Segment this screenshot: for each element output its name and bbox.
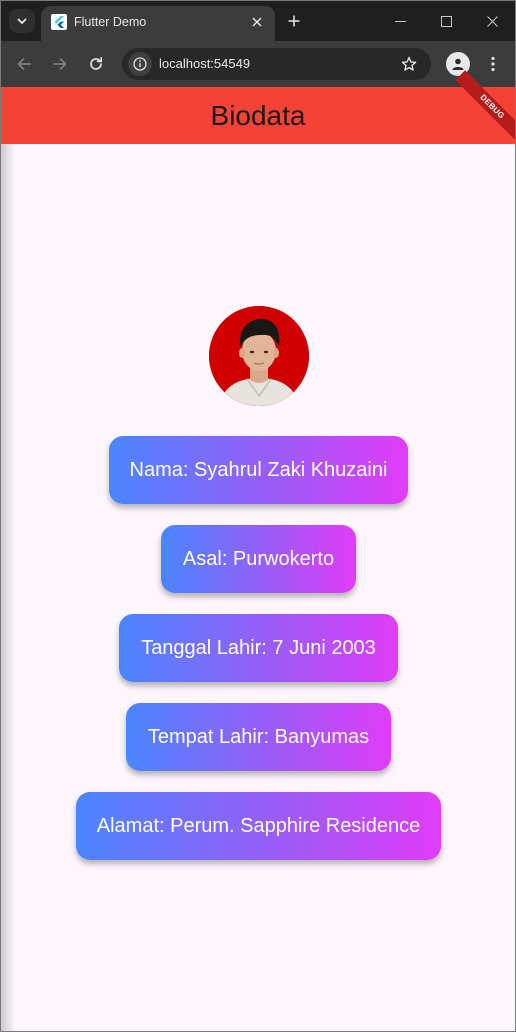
plus-icon <box>288 15 300 27</box>
tab-title: Flutter Demo <box>74 15 147 29</box>
info-card-tempat-lahir: Tempat Lahir: Banyumas <box>126 703 391 771</box>
minimize-button[interactable] <box>385 9 415 33</box>
app-bar: Biodata <box>1 87 515 144</box>
profile-photo <box>209 306 309 406</box>
chevron-down-icon <box>17 18 27 24</box>
info-card-alamat: Alamat: Perum. Sapphire Residence <box>76 792 441 860</box>
site-info-button[interactable] <box>128 52 152 76</box>
info-card-asal: Asal: Purwokerto <box>161 525 356 593</box>
tab-strip: Flutter Demo <box>1 1 515 41</box>
browser-tab[interactable]: Flutter Demo <box>41 6 275 41</box>
address-bar[interactable]: localhost:54549 <box>122 48 431 80</box>
minimize-icon <box>394 20 406 22</box>
bookmark-button[interactable] <box>399 54 419 74</box>
browser-window: Flutter Demo localhost:54549 Biodata DEB… <box>0 0 516 1032</box>
url-text[interactable]: localhost:54549 <box>159 56 250 72</box>
info-icon <box>133 57 147 71</box>
page-title: Biodata <box>210 99 306 131</box>
maximize-icon <box>440 15 452 27</box>
info-card-nama: Nama: Syahrul Zaki Khuzaini <box>109 436 408 504</box>
info-card-tanggal-lahir: Tanggal Lahir: 7 Juni 2003 <box>119 614 398 682</box>
page-edge-shadow <box>1 144 15 1031</box>
star-icon <box>401 56 417 71</box>
arrow-right-icon <box>53 58 67 70</box>
more-vert-icon <box>491 56 495 72</box>
back-button[interactable] <box>11 51 37 77</box>
person-icon <box>452 58 464 70</box>
close-window-button[interactable] <box>477 9 507 33</box>
browser-menu-button[interactable] <box>483 52 503 76</box>
new-tab-button[interactable] <box>283 10 305 32</box>
close-icon <box>486 15 498 27</box>
flutter-logo-icon <box>51 14 67 30</box>
browser-toolbar: localhost:54549 <box>1 41 515 87</box>
arrow-left-icon <box>17 58 31 70</box>
reload-button[interactable] <box>83 51 109 77</box>
reload-icon <box>90 56 103 70</box>
tab-close-button[interactable] <box>249 14 265 30</box>
close-icon <box>252 17 262 27</box>
tab-search-button[interactable] <box>9 9 35 33</box>
maximize-button[interactable] <box>431 9 461 33</box>
forward-button[interactable] <box>47 51 73 77</box>
profile-avatar <box>209 306 309 406</box>
